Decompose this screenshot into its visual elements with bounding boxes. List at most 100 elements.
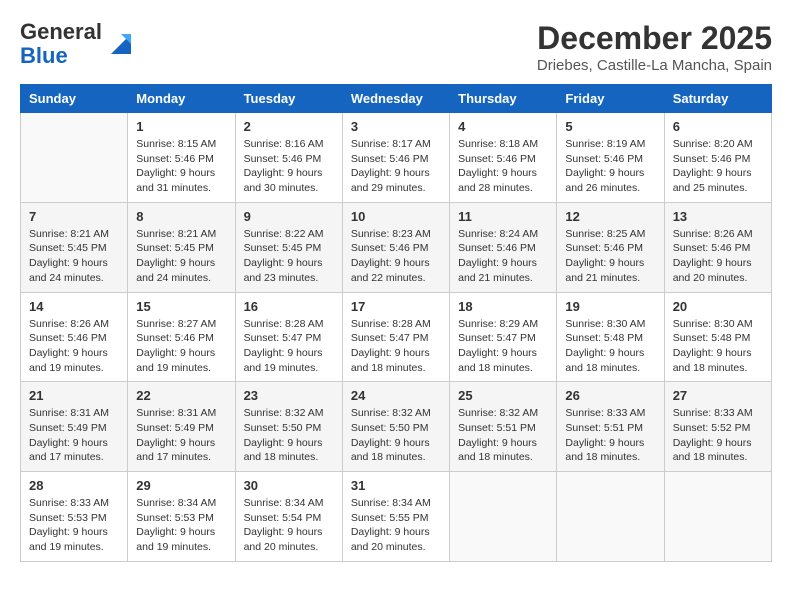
day-info: Sunrise: 8:16 AMSunset: 5:46 PMDaylight:… <box>244 137 334 196</box>
day-header-friday: Friday <box>557 85 664 113</box>
day-info: Sunrise: 8:15 AMSunset: 5:46 PMDaylight:… <box>136 137 226 196</box>
day-info: Sunrise: 8:22 AMSunset: 5:45 PMDaylight:… <box>244 227 334 286</box>
month-title: December 2025 <box>537 20 772 57</box>
day-info: Sunrise: 8:31 AMSunset: 5:49 PMDaylight:… <box>29 406 119 465</box>
title-block: December 2025 Driebes, Castille-La Manch… <box>537 20 772 74</box>
calendar-cell: 8Sunrise: 8:21 AMSunset: 5:45 PMDaylight… <box>128 202 235 292</box>
calendar-cell: 2 Sunrise: 8:16 AMSunset: 5:46 PMDaylight… <box>235 113 342 203</box>
calendar-week-row: 28Sunrise: 8:33 AMSunset: 5:53 PMDayligh… <box>21 472 772 562</box>
day-number: 16 <box>244 299 334 314</box>
day-number: 14 <box>29 299 119 314</box>
calendar-cell: 24Sunrise: 8:32 AMSunset: 5:50 PMDayligh… <box>342 382 449 472</box>
calendar-week-row: 14 Sunrise: 8:26 AMSunset: 5:46 PMDayligh… <box>21 292 772 382</box>
calendar-cell: 5 Sunrise: 8:19 AMSunset: 5:46 PMDaylight… <box>557 113 664 203</box>
day-info: Sunrise: 8:29 AMSunset: 5:47 PMDaylight:… <box>458 317 548 376</box>
day-info: Sunrise: 8:25 AMSunset: 5:46 PMDaylight:… <box>565 227 655 286</box>
day-number: 2 <box>244 119 334 134</box>
logo-blue: Blue <box>20 43 68 68</box>
calendar-cell: 3 Sunrise: 8:17 AMSunset: 5:46 PMDaylight… <box>342 113 449 203</box>
day-number: 23 <box>244 388 334 403</box>
day-number: 13 <box>673 209 763 224</box>
day-header-wednesday: Wednesday <box>342 85 449 113</box>
day-info: Sunrise: 8:24 AMSunset: 5:46 PMDaylight:… <box>458 227 548 286</box>
day-info: Sunrise: 8:20 AMSunset: 5:46 PMDaylight:… <box>673 137 763 196</box>
day-number: 29 <box>136 478 226 493</box>
calendar-cell: 16 Sunrise: 8:28 AMSunset: 5:47 PMDayligh… <box>235 292 342 382</box>
day-number: 24 <box>351 388 441 403</box>
calendar-table: SundayMondayTuesdayWednesdayThursdayFrid… <box>20 84 772 562</box>
calendar-cell: 9 Sunrise: 8:22 AMSunset: 5:45 PMDaylight… <box>235 202 342 292</box>
calendar-cell: 25Sunrise: 8:32 AMSunset: 5:51 PMDayligh… <box>450 382 557 472</box>
day-info: Sunrise: 8:23 AMSunset: 5:46 PMDaylight:… <box>351 227 441 286</box>
day-number: 4 <box>458 119 548 134</box>
day-info: Sunrise: 8:34 AMSunset: 5:55 PMDaylight:… <box>351 496 441 555</box>
day-number: 27 <box>673 388 763 403</box>
day-number: 10 <box>351 209 441 224</box>
logo-general: General <box>20 19 102 44</box>
day-header-thursday: Thursday <box>450 85 557 113</box>
day-info: Sunrise: 8:21 AMSunset: 5:45 PMDaylight:… <box>29 227 119 286</box>
day-info: Sunrise: 8:31 AMSunset: 5:49 PMDaylight:… <box>136 406 226 465</box>
calendar-cell: 29 Sunrise: 8:34 AMSunset: 5:53 PMDayligh… <box>128 472 235 562</box>
calendar-cell: 1 Sunrise: 8:15 AMSunset: 5:46 PMDaylight… <box>128 113 235 203</box>
day-info: Sunrise: 8:33 AMSunset: 5:51 PMDaylight:… <box>565 406 655 465</box>
day-info: Sunrise: 8:26 AMSunset: 5:46 PMDaylight:… <box>29 317 119 376</box>
calendar-cell: 30 Sunrise: 8:34 AMSunset: 5:54 PMDayligh… <box>235 472 342 562</box>
calendar-cell: 20Sunrise: 8:30 AMSunset: 5:48 PMDayligh… <box>664 292 771 382</box>
calendar-cell: 31 Sunrise: 8:34 AMSunset: 5:55 PMDayligh… <box>342 472 449 562</box>
calendar-cell: 14 Sunrise: 8:26 AMSunset: 5:46 PMDayligh… <box>21 292 128 382</box>
calendar-cell: 26 Sunrise: 8:33 AMSunset: 5:51 PMDayligh… <box>557 382 664 472</box>
day-info: Sunrise: 8:28 AMSunset: 5:47 PMDaylight:… <box>351 317 441 376</box>
calendar-cell: 10 Sunrise: 8:23 AMSunset: 5:46 PMDayligh… <box>342 202 449 292</box>
calendar-cell: 28Sunrise: 8:33 AMSunset: 5:53 PMDayligh… <box>21 472 128 562</box>
calendar-cell: 12 Sunrise: 8:25 AMSunset: 5:46 PMDayligh… <box>557 202 664 292</box>
calendar-cell: 6Sunrise: 8:20 AMSunset: 5:46 PMDaylight… <box>664 113 771 203</box>
day-info: Sunrise: 8:19 AMSunset: 5:46 PMDaylight:… <box>565 137 655 196</box>
day-number: 1 <box>136 119 226 134</box>
calendar-cell: 19 Sunrise: 8:30 AMSunset: 5:48 PMDayligh… <box>557 292 664 382</box>
day-number: 21 <box>29 388 119 403</box>
day-number: 7 <box>29 209 119 224</box>
calendar-cell: 15 Sunrise: 8:27 AMSunset: 5:46 PMDayligh… <box>128 292 235 382</box>
day-number: 30 <box>244 478 334 493</box>
logo: General Blue <box>20 20 136 68</box>
day-header-sunday: Sunday <box>21 85 128 113</box>
day-number: 19 <box>565 299 655 314</box>
calendar-cell <box>557 472 664 562</box>
calendar-cell: 7 Sunrise: 8:21 AMSunset: 5:45 PMDaylight… <box>21 202 128 292</box>
day-info: Sunrise: 8:34 AMSunset: 5:54 PMDaylight:… <box>244 496 334 555</box>
day-number: 5 <box>565 119 655 134</box>
day-header-saturday: Saturday <box>664 85 771 113</box>
day-number: 3 <box>351 119 441 134</box>
page-header: General Blue December 2025 Driebes, Cast… <box>20 20 772 74</box>
day-header-tuesday: Tuesday <box>235 85 342 113</box>
day-number: 28 <box>29 478 119 493</box>
day-number: 15 <box>136 299 226 314</box>
location: Driebes, Castille-La Mancha, Spain <box>537 57 772 74</box>
day-number: 20 <box>673 299 763 314</box>
day-info: Sunrise: 8:27 AMSunset: 5:46 PMDaylight:… <box>136 317 226 376</box>
calendar-cell: 18Sunrise: 8:29 AMSunset: 5:47 PMDayligh… <box>450 292 557 382</box>
day-info: Sunrise: 8:26 AMSunset: 5:46 PMDaylight:… <box>673 227 763 286</box>
day-number: 25 <box>458 388 548 403</box>
calendar-cell: 17 Sunrise: 8:28 AMSunset: 5:47 PMDayligh… <box>342 292 449 382</box>
day-info: Sunrise: 8:28 AMSunset: 5:47 PMDaylight:… <box>244 317 334 376</box>
day-info: Sunrise: 8:34 AMSunset: 5:53 PMDaylight:… <box>136 496 226 555</box>
calendar-cell: 27 Sunrise: 8:33 AMSunset: 5:52 PMDayligh… <box>664 382 771 472</box>
day-number: 31 <box>351 478 441 493</box>
calendar-cell: 11 Sunrise: 8:24 AMSunset: 5:46 PMDayligh… <box>450 202 557 292</box>
day-number: 9 <box>244 209 334 224</box>
day-number: 17 <box>351 299 441 314</box>
day-number: 26 <box>565 388 655 403</box>
day-info: Sunrise: 8:33 AMSunset: 5:52 PMDaylight:… <box>673 406 763 465</box>
calendar-cell: 4Sunrise: 8:18 AMSunset: 5:46 PMDaylight… <box>450 113 557 203</box>
day-number: 12 <box>565 209 655 224</box>
day-number: 22 <box>136 388 226 403</box>
day-info: Sunrise: 8:32 AMSunset: 5:50 PMDaylight:… <box>244 406 334 465</box>
calendar-week-row: 1 Sunrise: 8:15 AMSunset: 5:46 PMDaylight… <box>21 113 772 203</box>
day-info: Sunrise: 8:17 AMSunset: 5:46 PMDaylight:… <box>351 137 441 196</box>
day-number: 11 <box>458 209 548 224</box>
calendar-cell <box>450 472 557 562</box>
day-info: Sunrise: 8:30 AMSunset: 5:48 PMDaylight:… <box>565 317 655 376</box>
day-number: 8 <box>136 209 226 224</box>
